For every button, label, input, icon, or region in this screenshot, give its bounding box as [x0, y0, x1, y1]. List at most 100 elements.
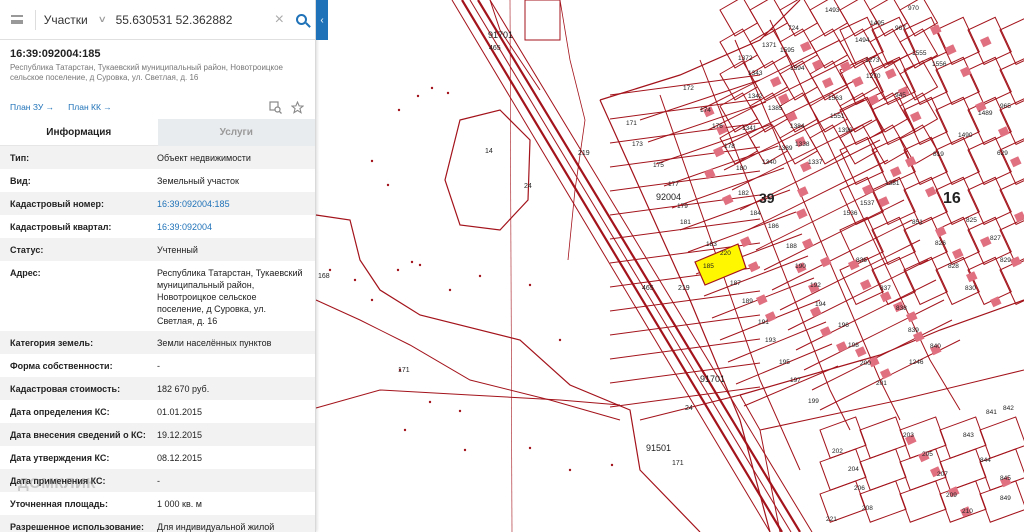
info-row: Разрешенное использование: Для индивидуал…	[0, 515, 315, 532]
parcel-number-label: 1385	[768, 105, 783, 112]
parcel-number-label: 174	[700, 107, 711, 114]
building	[935, 226, 947, 238]
info-row-value: Земельный участок	[157, 176, 239, 186]
map-point	[397, 108, 401, 112]
parcel-number-label: 828	[948, 263, 959, 270]
parcel-number-label: 177	[668, 181, 679, 188]
parcel-number-label: 970	[908, 5, 919, 12]
map-point	[610, 463, 614, 467]
parcel-boundary	[609, 170, 761, 192]
plan-zu-link[interactable]: План ЗУ →	[10, 102, 54, 112]
info-row: Вид: Земельный участок	[0, 169, 315, 192]
parcel-number-label: 199	[808, 398, 819, 405]
parcel-number-label: 1494	[855, 37, 870, 44]
hamburger-icon	[11, 15, 24, 24]
search-input[interactable]	[111, 0, 271, 40]
star-icon[interactable]	[289, 99, 305, 115]
menu-button[interactable]	[0, 0, 35, 40]
info-row: Тип: Объект недвижимости	[0, 146, 315, 169]
parcel-number-label: 1343	[748, 70, 763, 77]
info-row-label: Кадастровая стоимость:	[10, 384, 121, 394]
parcel-boundary	[819, 448, 867, 491]
parcel-number-label: 965	[1000, 103, 1011, 110]
info-row: Кадастровый квартал: 16:39:092004	[0, 215, 315, 238]
building	[802, 238, 814, 250]
parcel-number-label: 1556	[932, 61, 947, 68]
building	[862, 184, 874, 196]
search-mode-value: Участки	[43, 12, 88, 27]
info-row-value: 182 670 руб.	[157, 384, 210, 394]
building	[880, 368, 892, 380]
info-panel: Участки ∨ × 16:39:092004:185 Республика …	[0, 0, 316, 532]
search-button[interactable]	[288, 0, 315, 40]
map-point	[403, 428, 407, 432]
building	[812, 59, 824, 71]
map-point	[386, 183, 390, 187]
search-mode-select[interactable]: Участки ∨	[36, 0, 112, 40]
info-row: Кадастровый номер: 16:39:092004:185	[0, 192, 315, 215]
parcel-number-label: 465	[489, 45, 501, 52]
parcel-number-label: 207	[937, 471, 948, 478]
info-row-value[interactable]: 16:39:092004	[157, 221, 305, 238]
parcel-boundary	[939, 448, 987, 491]
info-row: Дата применения КС: -	[0, 469, 315, 492]
tab-information[interactable]: Информация	[0, 119, 158, 146]
parcel-number-label: 838	[896, 305, 907, 312]
tab-services[interactable]: Услуги	[157, 119, 315, 146]
info-row-value[interactable]: 16:39:092004:185	[157, 198, 305, 215]
parcel-number-label: 819	[933, 151, 944, 158]
parcel-number-label: 196	[838, 322, 849, 329]
collapse-panel-button[interactable]: ‹	[316, 0, 328, 40]
parcel-number-label: 220	[720, 250, 731, 257]
parcel-number-label: 841	[986, 409, 997, 416]
parcel-number-label: 186	[768, 223, 779, 230]
parcel-number-label: 849	[1000, 495, 1011, 502]
parcel-number-label: 830	[965, 285, 976, 292]
building	[980, 36, 992, 48]
map-point	[396, 268, 400, 272]
building	[770, 76, 782, 88]
parcel-number-label: 187	[730, 280, 741, 287]
parcel-number-label: 171	[672, 460, 684, 467]
info-row-value: 1 000 кв. м	[157, 499, 202, 509]
map-point	[528, 283, 532, 287]
parcel-number-label: 825	[966, 217, 977, 224]
info-row-label: Уточненная площадь:	[10, 499, 108, 509]
measure-zoom-icon[interactable]	[267, 99, 283, 115]
parcel-number-label: 1563	[828, 95, 843, 102]
building	[786, 111, 798, 123]
building	[960, 66, 972, 78]
clear-search-button[interactable]: ×	[271, 11, 288, 29]
parcel-number-label: 844	[980, 457, 991, 464]
info-row-value: 08.12.2015	[157, 453, 203, 463]
info-row-value: 01.01.2015	[157, 407, 203, 417]
plan-links: План ЗУ → План КК →	[0, 96, 315, 118]
search-icon	[295, 14, 307, 25]
parcel-boundary	[859, 416, 907, 459]
cadastral-block-label: 91501	[646, 443, 671, 453]
panel-tabs: Информация Услуги	[0, 119, 315, 146]
parcel-number-label: 1493	[825, 7, 840, 14]
map-point	[463, 448, 467, 452]
parcel-number-label: 190	[795, 263, 806, 270]
info-row-label: Разрешенное использование:	[10, 522, 144, 532]
plan-kk-link[interactable]: План КК →	[68, 102, 112, 112]
info-row-label: Адрес:	[10, 268, 41, 278]
building	[966, 271, 978, 283]
building	[796, 208, 808, 220]
search-bar: Участки ∨ ×	[0, 0, 315, 40]
parcel-number-label: 842	[1003, 405, 1014, 412]
parcel-number-label: 24	[524, 183, 532, 190]
building	[1010, 156, 1022, 168]
parcel-number-label: 1537	[860, 200, 875, 207]
chevron-down-icon: ∨	[97, 14, 107, 24]
cadastral-block-label: 92004	[656, 192, 681, 202]
parcel-number-label: 840	[930, 343, 941, 350]
parcel-boundary	[999, 16, 1024, 66]
parcel-boundary	[524, 0, 561, 41]
map-point	[458, 409, 462, 413]
parcel-number-label: 191	[758, 319, 769, 326]
parcel-number-label: 827	[990, 235, 1001, 242]
parcel-boundary	[719, 0, 759, 37]
parcel-number-label: 629	[997, 150, 1008, 157]
